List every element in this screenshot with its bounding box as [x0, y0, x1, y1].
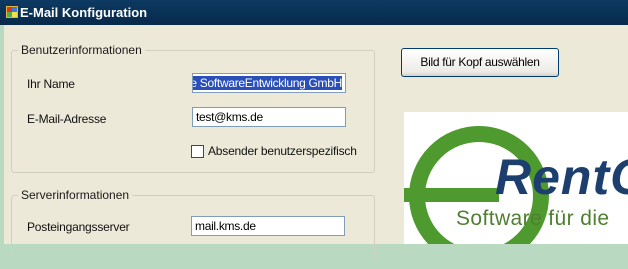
- select-header-image-button[interactable]: Bild für Kopf auswählen: [401, 48, 559, 77]
- sender-specific-checkbox[interactable]: [191, 145, 204, 158]
- name-field[interactable]: le SoftwareEntwicklung GmbH: [192, 73, 346, 93]
- email-label: E-Mail-Adresse: [27, 112, 107, 126]
- dialog-client-area: Benutzerinformationen Ihr Name le Softwa…: [4, 25, 628, 260]
- user-info-legend: Benutzerinformationen: [21, 43, 142, 57]
- server-info-legend: Serverinformationen: [21, 188, 130, 202]
- name-label: Ihr Name: [27, 77, 75, 91]
- incoming-server-label: Posteingangsserver: [27, 220, 130, 234]
- header-image-preview: RentO Software für die: [404, 112, 628, 244]
- logo-tagline: Software für die: [456, 207, 610, 230]
- incoming-server-field[interactable]: mail.kms.de: [191, 216, 345, 236]
- window-title: E-Mail Konfiguration: [20, 5, 148, 20]
- window-form-icon: [6, 6, 18, 18]
- name-field-value: le SoftwareEntwicklung GmbH: [193, 76, 342, 90]
- sender-specific-label[interactable]: Absender benutzerspezifisch: [208, 144, 357, 158]
- logo-wordmark: RentO: [495, 149, 628, 205]
- email-config-window: E-Mail Konfiguration Benutzerinformation…: [0, 0, 628, 269]
- email-field[interactable]: test@kms.de: [192, 107, 346, 127]
- title-bar[interactable]: E-Mail Konfiguration: [0, 0, 628, 25]
